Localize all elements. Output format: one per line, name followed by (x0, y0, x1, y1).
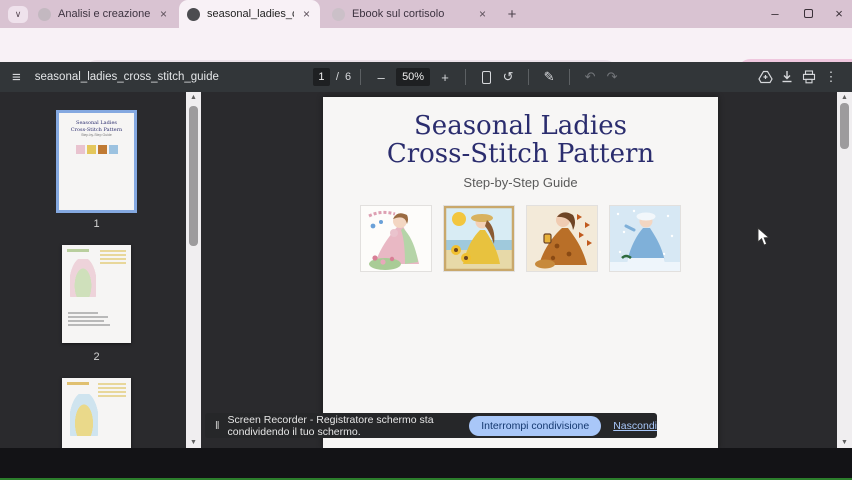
page-separator: / (335, 71, 339, 83)
tab-seasonal-active[interactable]: seasonal_ladies_cross_stitch_gu × (179, 0, 320, 28)
screen-share-bar: ‖ Screen Recorder - Registratore schermo… (205, 413, 657, 438)
pdf-divider (465, 69, 467, 85)
thumb-label-2: 2 (93, 351, 100, 363)
rotate-button[interactable]: ↺ (497, 66, 519, 88)
summer-lady-image (443, 204, 515, 272)
pause-icon: ‖ (215, 419, 220, 432)
page-total: 6 (344, 71, 352, 83)
autumn-lady-image (526, 204, 598, 272)
close-icon[interactable]: × (301, 7, 312, 21)
seasonal-ladies-row (323, 204, 718, 272)
tab-title: Ebook sul cortisolo (352, 8, 445, 20)
print-button[interactable] (798, 66, 820, 88)
tab-favicon (187, 7, 200, 21)
tab-search-button[interactable]: ∨ (8, 6, 28, 23)
fit-page-icon (481, 70, 491, 84)
taskbar: 6 11°C Nuvoloso Cerca (0, 448, 852, 478)
new-tab-button[interactable]: + (502, 4, 522, 24)
thumb-spring-img (75, 145, 85, 154)
main-scrollbar[interactable]: ▲ ▼ (837, 92, 852, 448)
thumb2-heading (67, 249, 89, 252)
browser-toolbar: ← → ↻ ⓘ Archivio C:/Users/deepak/Downloa… (0, 28, 852, 86)
thumb3-heading (67, 382, 89, 385)
spring-lady-image (360, 204, 432, 272)
thumb3-figure (70, 394, 98, 436)
close-icon[interactable]: × (158, 7, 169, 21)
close-icon[interactable]: × (477, 7, 488, 21)
sidebar-scrollbar[interactable]: ▲ ▼ (186, 92, 201, 448)
pdf-document-title: seasonal_ladies_cross_stitch_guide (34, 71, 219, 83)
screen: ∨ Analisi e creazione PDF × seasonal_lad… (0, 0, 852, 480)
pdf-divider (569, 69, 571, 85)
annotate-pen-button[interactable]: ✎ (538, 66, 560, 88)
restore-icon (803, 8, 813, 18)
pdf-page-1: Seasonal Ladies Cross-Stitch Pattern Ste… (323, 97, 718, 448)
tab-title: Analisi e creazione PDF (58, 8, 151, 20)
tab-ebook[interactable]: Ebook sul cortisolo × (324, 0, 496, 28)
thumb-summer-img (86, 145, 96, 154)
page-thumbnail-3[interactable] (62, 378, 131, 448)
pdf-divider (528, 69, 530, 85)
zoom-out-button[interactable]: – (370, 66, 392, 88)
scroll-down-icon[interactable]: ▼ (186, 439, 201, 446)
sidebar-scroll-thumb[interactable] (189, 106, 198, 246)
redo-button[interactable]: ↷ (601, 66, 623, 88)
zoom-in-button[interactable]: + (434, 66, 456, 88)
restore-button[interactable] (791, 0, 825, 26)
thumb-label-1: 1 (93, 218, 100, 230)
winter-lady-image (609, 204, 681, 272)
page-thumbnail-2[interactable] (62, 245, 131, 343)
document-title-line2: Cross-Stitch Pattern (386, 138, 655, 169)
tab-title: seasonal_ladies_cross_stitch_gu (207, 8, 294, 20)
tab-favicon (38, 7, 51, 21)
thumb-subtitle: Step-by-Step Guide (81, 133, 112, 137)
scroll-up-icon[interactable]: ▲ (837, 94, 852, 101)
zoom-level-input[interactable]: 50% (396, 68, 431, 86)
pdf-toolbar: ≡ seasonal_ladies_cross_stitch_guide 1 /… (0, 62, 852, 92)
stop-sharing-button[interactable]: Interrompi condivisione (469, 415, 602, 436)
main-scroll-thumb[interactable] (840, 103, 849, 149)
thumb2-figure (70, 259, 96, 297)
document-title-line1: Seasonal Ladies (414, 111, 627, 141)
thumb3-legend (98, 383, 126, 397)
thumb2-legend (100, 250, 126, 264)
page-number-input[interactable]: 1 (312, 68, 330, 86)
document-subtitle: Step-by-Step Guide (463, 174, 578, 190)
hide-share-bar-link[interactable]: Nascondi (613, 420, 657, 432)
scroll-down-icon[interactable]: ▼ (837, 439, 852, 446)
close-window-button[interactable]: × (822, 0, 852, 26)
pdf-more-menu-icon[interactable]: ⋮ (820, 66, 842, 88)
thumb-autumn-img (97, 145, 107, 154)
tab-strip: ∨ Analisi e creazione PDF × seasonal_lad… (0, 0, 852, 28)
minimize-button[interactable]: – (758, 0, 792, 26)
fit-page-button[interactable] (475, 66, 497, 88)
pdf-menu-icon[interactable]: ≡ (12, 69, 21, 86)
share-message: Screen Recorder - Registratore schermo s… (227, 413, 434, 438)
page-thumbnail-1[interactable]: Seasonal Ladies Cross-Stitch Pattern Ste… (56, 110, 137, 213)
scroll-up-icon[interactable]: ▲ (186, 94, 201, 101)
thumbnail-sidebar: Seasonal Ladies Cross-Stitch Pattern Ste… (0, 92, 186, 448)
tab-favicon (332, 7, 345, 21)
undo-button[interactable]: ↶ (579, 66, 601, 88)
download-button[interactable] (776, 66, 798, 88)
tab-analisi[interactable]: Analisi e creazione PDF × (30, 0, 177, 28)
thumb-winter-img (108, 145, 118, 154)
pdf-divider (360, 69, 362, 85)
save-to-drive-button[interactable] (754, 66, 776, 88)
